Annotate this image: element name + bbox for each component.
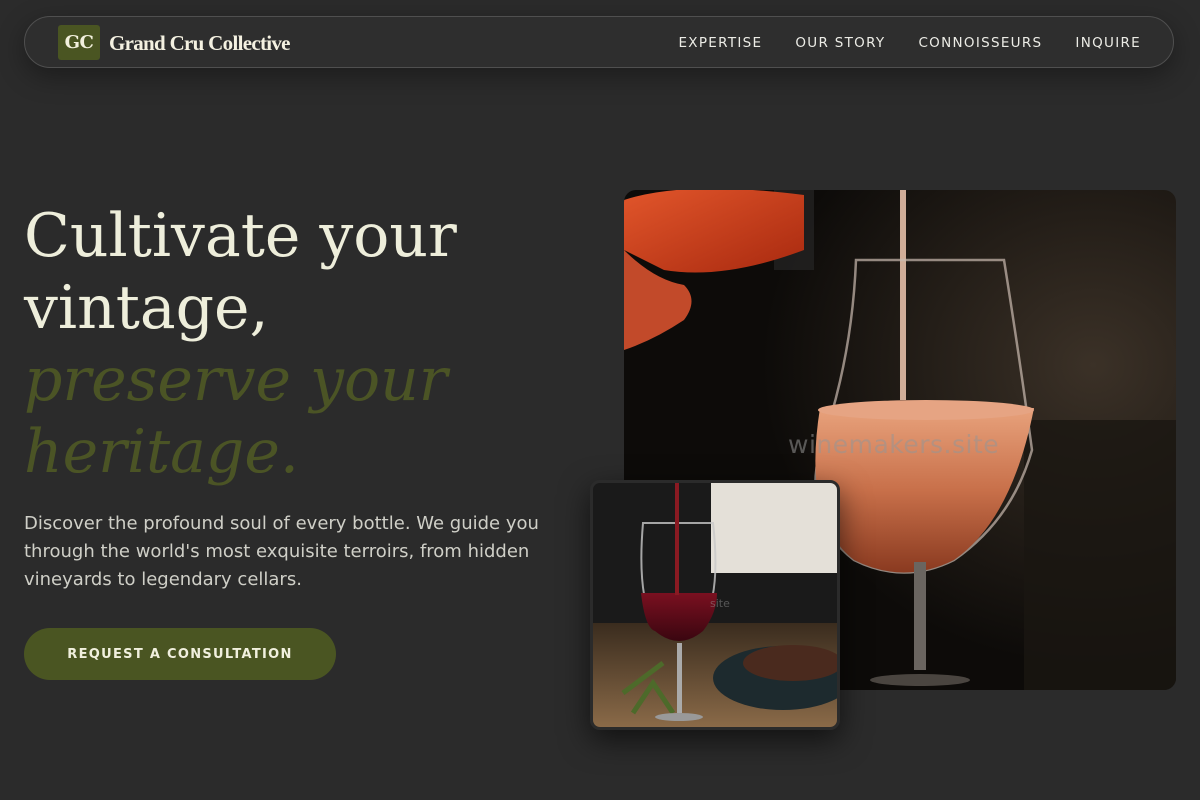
nav-link-our-story[interactable]: OUR STORY	[795, 35, 885, 51]
nav-link-inquire[interactable]: INQUIRE	[1075, 35, 1141, 51]
hero-headline: Cultivate your vintage, preserve your he…	[24, 200, 584, 488]
hero-section: Cultivate your vintage, preserve your he…	[24, 200, 584, 488]
top-navigation: GC Grand Cru Collective EXPERTISE OUR ST…	[24, 16, 1174, 68]
hero-subtext: Discover the profound soul of every bott…	[24, 513, 539, 590]
nav-link-expertise[interactable]: EXPERTISE	[678, 35, 762, 51]
headline-accent-line-2: heritage.	[24, 417, 299, 487]
nav-links: EXPERTISE OUR STORY CONNOISSEURS INQUIRE	[678, 17, 1141, 69]
logo-mark[interactable]: GC	[58, 25, 100, 60]
headline-line-2: vintage,	[24, 273, 269, 343]
image-watermark: winemakers.site	[788, 430, 1000, 459]
small-image-watermark: site	[710, 597, 730, 610]
headline-accent-line-1: preserve your	[24, 345, 448, 415]
nav-link-connoisseurs[interactable]: CONNOISSEURS	[918, 35, 1042, 51]
brand-name[interactable]: Grand Cru Collective	[109, 30, 291, 56]
request-consultation-button[interactable]: REQUEST A CONSULTATION	[24, 628, 336, 680]
headline-line-1: Cultivate your	[24, 201, 457, 271]
